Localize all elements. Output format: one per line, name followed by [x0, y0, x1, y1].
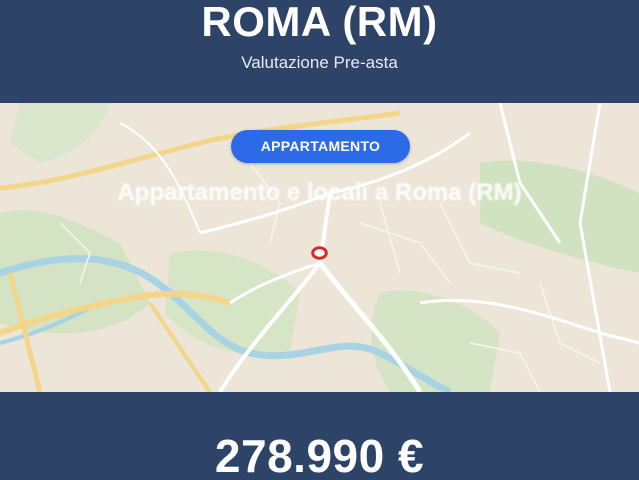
header-banner: ROMA (RM) Valutazione Pre-asta	[0, 0, 639, 103]
property-type-badge: APPARTAMENTO	[231, 130, 410, 163]
price-value: 278.990 €	[214, 430, 425, 480]
page-title: ROMA (RM)	[201, 0, 438, 45]
page-subtitle: Valutazione Pre-asta	[241, 53, 398, 72]
location-pin-icon[interactable]	[311, 246, 328, 260]
price-banner: 278.990 €	[0, 392, 639, 480]
listing-title: Appartamento e locali a Roma (RM)	[117, 179, 522, 206]
location-map[interactable]: APPARTAMENTO Appartamento e locali a Rom…	[0, 103, 639, 392]
